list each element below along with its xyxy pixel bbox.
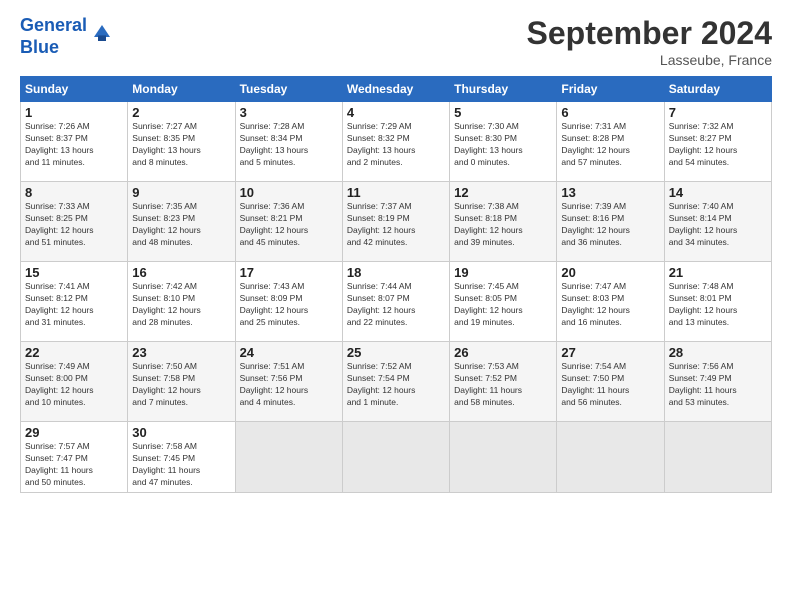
table-row: 26Sunrise: 7:53 AMSunset: 7:52 PMDayligh… — [450, 342, 557, 422]
table-row: 8Sunrise: 7:33 AMSunset: 8:25 PMDaylight… — [21, 182, 128, 262]
table-row: 4Sunrise: 7:29 AMSunset: 8:32 PMDaylight… — [342, 102, 449, 182]
table-row: 17Sunrise: 7:43 AMSunset: 8:09 PMDayligh… — [235, 262, 342, 342]
col-sunday: Sunday — [21, 77, 128, 102]
table-row: 18Sunrise: 7:44 AMSunset: 8:07 PMDayligh… — [342, 262, 449, 342]
col-tuesday: Tuesday — [235, 77, 342, 102]
table-row: 16Sunrise: 7:42 AMSunset: 8:10 PMDayligh… — [128, 262, 235, 342]
title-section: September 2024 Lasseube, France — [527, 15, 772, 68]
table-row: 3Sunrise: 7:28 AMSunset: 8:34 PMDaylight… — [235, 102, 342, 182]
table-row: 2Sunrise: 7:27 AMSunset: 8:35 PMDaylight… — [128, 102, 235, 182]
col-saturday: Saturday — [664, 77, 771, 102]
location: Lasseube, France — [527, 52, 772, 68]
table-row: 23Sunrise: 7:50 AMSunset: 7:58 PMDayligh… — [128, 342, 235, 422]
table-row: 11Sunrise: 7:37 AMSunset: 8:19 PMDayligh… — [342, 182, 449, 262]
table-row: 29Sunrise: 7:57 AMSunset: 7:47 PMDayligh… — [21, 422, 128, 493]
table-row: 15Sunrise: 7:41 AMSunset: 8:12 PMDayligh… — [21, 262, 128, 342]
col-thursday: Thursday — [450, 77, 557, 102]
table-row: 27Sunrise: 7:54 AMSunset: 7:50 PMDayligh… — [557, 342, 664, 422]
col-wednesday: Wednesday — [342, 77, 449, 102]
table-row: 24Sunrise: 7:51 AMSunset: 7:56 PMDayligh… — [235, 342, 342, 422]
table-row: 20Sunrise: 7:47 AMSunset: 8:03 PMDayligh… — [557, 262, 664, 342]
table-row: 7Sunrise: 7:32 AMSunset: 8:27 PMDaylight… — [664, 102, 771, 182]
col-friday: Friday — [557, 77, 664, 102]
table-row — [342, 422, 449, 493]
logo: GeneralBlue — [20, 15, 114, 58]
column-headers: Sunday Monday Tuesday Wednesday Thursday… — [21, 77, 772, 102]
table-row: 6Sunrise: 7:31 AMSunset: 8:28 PMDaylight… — [557, 102, 664, 182]
table-row: 9Sunrise: 7:35 AMSunset: 8:23 PMDaylight… — [128, 182, 235, 262]
table-row: 10Sunrise: 7:36 AMSunset: 8:21 PMDayligh… — [235, 182, 342, 262]
table-row — [664, 422, 771, 493]
table-row: 30Sunrise: 7:58 AMSunset: 7:45 PMDayligh… — [128, 422, 235, 493]
table-row: 1Sunrise: 7:26 AMSunset: 8:37 PMDaylight… — [21, 102, 128, 182]
table-row: 28Sunrise: 7:56 AMSunset: 7:49 PMDayligh… — [664, 342, 771, 422]
table-row: 21Sunrise: 7:48 AMSunset: 8:01 PMDayligh… — [664, 262, 771, 342]
table-row: 19Sunrise: 7:45 AMSunset: 8:05 PMDayligh… — [450, 262, 557, 342]
col-monday: Monday — [128, 77, 235, 102]
month-title: September 2024 — [527, 15, 772, 52]
table-row — [235, 422, 342, 493]
table-row: 12Sunrise: 7:38 AMSunset: 8:18 PMDayligh… — [450, 182, 557, 262]
table-row: 14Sunrise: 7:40 AMSunset: 8:14 PMDayligh… — [664, 182, 771, 262]
table-row: 25Sunrise: 7:52 AMSunset: 7:54 PMDayligh… — [342, 342, 449, 422]
page: GeneralBlue September 2024 Lasseube, Fra… — [0, 0, 792, 612]
table-row: 5Sunrise: 7:30 AMSunset: 8:30 PMDaylight… — [450, 102, 557, 182]
table-row — [557, 422, 664, 493]
logo-text: GeneralBlue — [20, 15, 87, 58]
table-row — [450, 422, 557, 493]
table-row: 22Sunrise: 7:49 AMSunset: 8:00 PMDayligh… — [21, 342, 128, 422]
header: GeneralBlue September 2024 Lasseube, Fra… — [20, 15, 772, 68]
calendar-table: Sunday Monday Tuesday Wednesday Thursday… — [20, 76, 772, 493]
table-row: 13Sunrise: 7:39 AMSunset: 8:16 PMDayligh… — [557, 182, 664, 262]
logo-icon — [90, 21, 114, 45]
